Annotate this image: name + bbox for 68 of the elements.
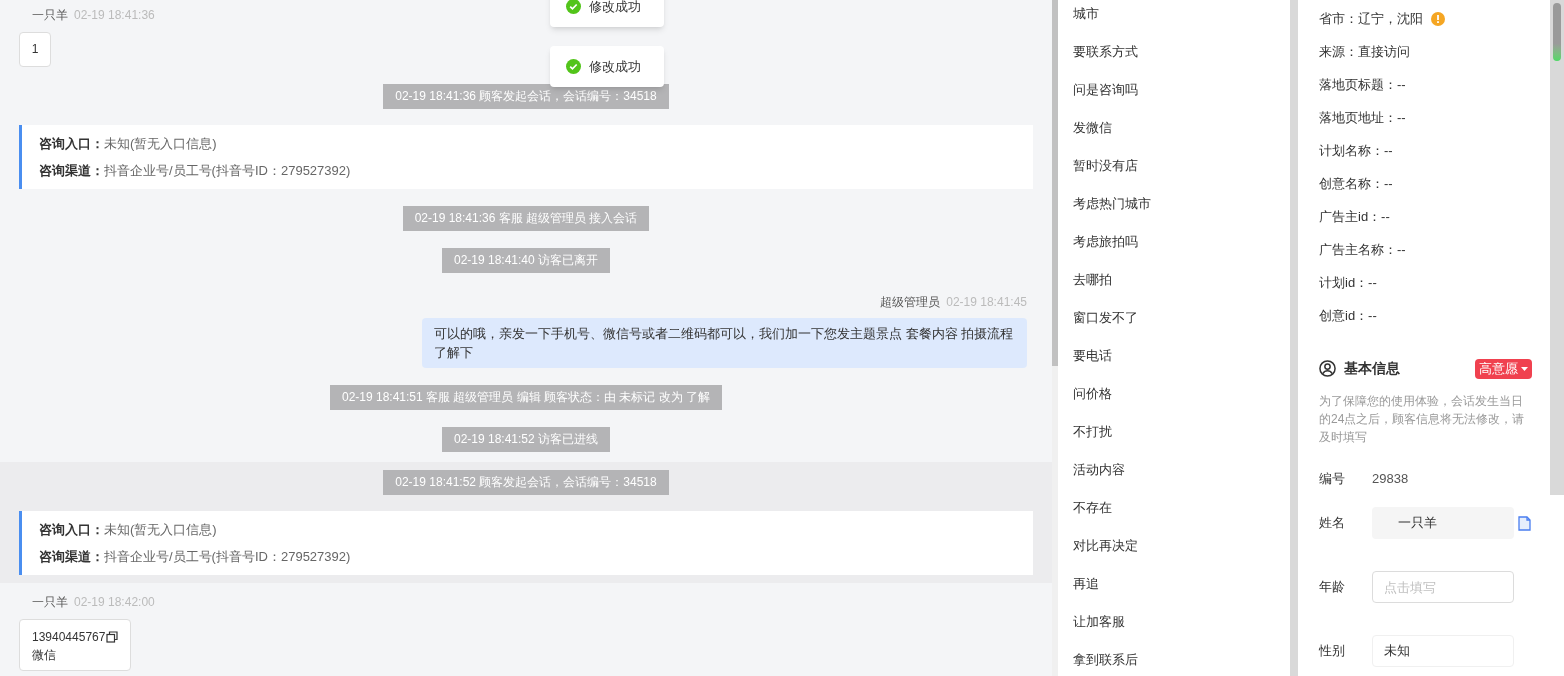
- message-bubble: 1: [19, 32, 51, 67]
- quick-reply-item[interactable]: 去哪拍: [1073, 270, 1290, 308]
- phone-number: 13940445767: [32, 629, 106, 646]
- caret-icon: [1521, 366, 1528, 371]
- system-message: 02-19 18:41:36 顾客发起会话，会话编号：34518: [383, 84, 669, 109]
- visitor-info-text: 创意id：--: [1319, 306, 1377, 325]
- age-input[interactable]: 点击填写: [1372, 571, 1514, 603]
- visitor-info-text: 创意名称：--: [1319, 174, 1393, 193]
- quick-reply-item[interactable]: 要联系方式: [1073, 42, 1290, 80]
- toast-text: 修改成功: [589, 0, 641, 16]
- visitor-info-text: 计划名称：--: [1319, 141, 1393, 160]
- visitor-info-text: 计划id：--: [1319, 273, 1377, 292]
- warning-icon: [1431, 11, 1445, 26]
- visitor-info-text: 来源：直接访问: [1319, 42, 1410, 61]
- quick-reply-item[interactable]: 考虑旅拍吗: [1073, 232, 1290, 270]
- visitor-info-text: 落地页标题：--: [1319, 75, 1406, 94]
- quick-reply-item[interactable]: 不存在: [1073, 498, 1290, 536]
- section-title: 基本信息: [1344, 359, 1400, 378]
- message-bubble: 可以的哦，亲发一下手机号、微信号或者二维码都可以，我们加一下您发主题景点 套餐内容 拍摄流程了解下: [422, 318, 1027, 368]
- field-label: 编号: [1319, 470, 1346, 489]
- gender-select[interactable]: 未知: [1372, 635, 1514, 667]
- toast-text: 修改成功: [589, 57, 641, 76]
- scrollbar-thumb[interactable]: [1553, 3, 1561, 61]
- notice-text: 为了保障您的使用体验，会话发生当日的24点之后，顾客信息将无法修改，请及时填写: [1319, 393, 1526, 446]
- message-time: 02-19 18:41:45: [946, 294, 1027, 311]
- message-time: 02-19 18:41:36: [74, 7, 155, 24]
- sender-name: 一只羊: [32, 7, 68, 24]
- quick-reply-item[interactable]: 让加客服: [1073, 612, 1290, 650]
- quick-reply-item[interactable]: 城市: [1073, 4, 1290, 42]
- quick-reply-item[interactable]: 问是咨询吗: [1073, 80, 1290, 118]
- quick-reply-item[interactable]: 再追: [1073, 574, 1290, 612]
- quick-reply-item[interactable]: 拿到联系后: [1073, 650, 1290, 676]
- quick-reply-item[interactable]: 不打扰: [1073, 422, 1290, 460]
- quick-reply-item[interactable]: 窗口发不了: [1073, 308, 1290, 346]
- sender-name: 超级管理员: [880, 294, 941, 311]
- entry-info-text: 咨询入口：未知(暂无入口信息): [39, 135, 218, 153]
- entry-info-text: 咨询渠道：抖音企业号/员工号(抖音号ID：279527392): [39, 548, 352, 566]
- name-field: 一只羊: [1372, 507, 1514, 539]
- quick-reply-item[interactable]: 问价格: [1073, 384, 1290, 422]
- system-message: 02-19 18:41:51 客服 超级管理员 编辑 顾客状态：由 未标记 改为 了解: [329, 385, 723, 410]
- system-message: 02-19 18:41:36 客服 超级管理员 接入会话: [402, 206, 650, 231]
- system-message: 02-19 18:41:40 访客已离开: [441, 248, 611, 273]
- visitor-info-text: 广告主名称：--: [1319, 240, 1406, 259]
- field-label: 性别: [1319, 642, 1346, 661]
- field-value: 29838: [1372, 470, 1409, 489]
- system-message: 02-19 18:41:52 顾客发起会话，会话编号：34518: [383, 470, 669, 495]
- entry-info-text: 咨询渠道：抖音企业号/员工号(抖音号ID：279527392): [39, 162, 352, 180]
- visitor-info-text: 落地页地址：--: [1319, 108, 1406, 127]
- contact-type: 微信: [32, 647, 57, 664]
- visitor-info-text: 省市：辽宁，沈阳: [1319, 9, 1423, 28]
- user-icon: [1319, 360, 1336, 377]
- field-label: 姓名: [1319, 514, 1346, 533]
- entry-info-text: 咨询入口：未知(暂无入口信息): [39, 521, 218, 539]
- copy-icon[interactable]: [106, 631, 119, 643]
- sender-name: 一只羊: [32, 594, 68, 611]
- system-message: 02-19 18:41:52 访客已进线: [441, 427, 611, 452]
- intent-dropdown[interactable]: 高意愿: [1475, 358, 1532, 379]
- quick-reply-item[interactable]: 活动内容: [1073, 460, 1290, 498]
- field-label: 年龄: [1319, 578, 1346, 597]
- quick-reply-item[interactable]: 暂时没有店: [1073, 156, 1290, 194]
- quick-reply-item[interactable]: 发微信: [1073, 118, 1290, 156]
- quick-reply-item[interactable]: 对比再决定: [1073, 536, 1290, 574]
- message-time: 02-19 18:42:00: [74, 594, 155, 611]
- visitor-info-text: 广告主id：--: [1319, 207, 1390, 226]
- success-icon: [566, 59, 581, 74]
- quick-reply-item[interactable]: 考虑热门城市: [1073, 194, 1290, 232]
- scrollbar-thumb[interactable]: [1052, 0, 1058, 366]
- quick-reply-item[interactable]: 要电话: [1073, 346, 1290, 384]
